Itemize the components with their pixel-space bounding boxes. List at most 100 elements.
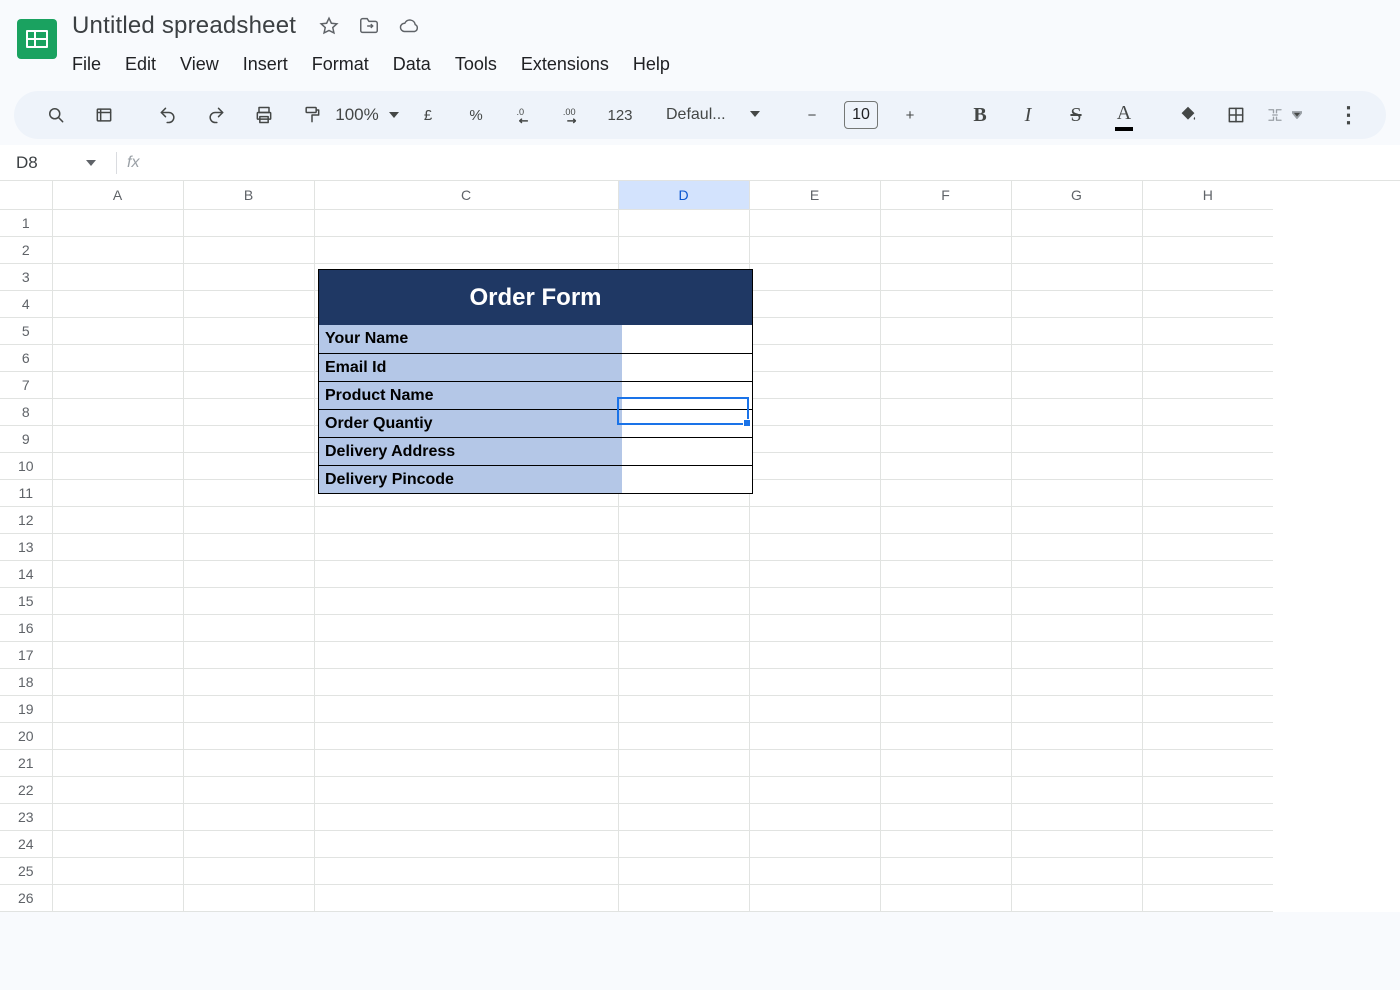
column-header-D[interactable]: D (618, 181, 749, 209)
cell-B6[interactable] (183, 344, 314, 371)
cell-F17[interactable] (880, 641, 1011, 668)
merge-cells-button[interactable] (1266, 97, 1302, 133)
cell-H18[interactable] (1142, 668, 1273, 695)
cell-H21[interactable] (1142, 749, 1273, 776)
cell-C21[interactable] (314, 749, 618, 776)
cell-G22[interactable] (1011, 776, 1142, 803)
cell-E15[interactable] (749, 587, 880, 614)
cell-B3[interactable] (183, 263, 314, 290)
row-header-13[interactable]: 13 (0, 533, 52, 560)
cell-D1[interactable] (618, 209, 749, 236)
cell-G10[interactable] (1011, 452, 1142, 479)
cell-B7[interactable] (183, 371, 314, 398)
cell-F7[interactable] (880, 371, 1011, 398)
cell-C12[interactable] (314, 506, 618, 533)
cell-B16[interactable] (183, 614, 314, 641)
cell-F8[interactable] (880, 398, 1011, 425)
menu-view[interactable]: View (168, 48, 231, 81)
font-size-increase-button[interactable]: + (892, 97, 928, 133)
cell-G26[interactable] (1011, 884, 1142, 911)
toolbar-overflow-button[interactable]: ⋮ (1330, 97, 1366, 133)
cell-E24[interactable] (749, 830, 880, 857)
cell-C1[interactable] (314, 209, 618, 236)
cell-A11[interactable] (52, 479, 183, 506)
cell-G24[interactable] (1011, 830, 1142, 857)
cell-F2[interactable] (880, 236, 1011, 263)
cell-F24[interactable] (880, 830, 1011, 857)
cell-H1[interactable] (1142, 209, 1273, 236)
row-header-7[interactable]: 7 (0, 371, 52, 398)
column-header-F[interactable]: F (880, 181, 1011, 209)
order-form-label[interactable]: Order Quantiy (319, 410, 622, 437)
cell-B24[interactable] (183, 830, 314, 857)
cell-C2[interactable] (314, 236, 618, 263)
cell-D13[interactable] (618, 533, 749, 560)
column-header-A[interactable]: A (52, 181, 183, 209)
order-form-value[interactable] (622, 438, 752, 465)
column-header-C[interactable]: C (314, 181, 618, 209)
cell-A2[interactable] (52, 236, 183, 263)
menu-file[interactable]: File (68, 48, 113, 81)
cell-D20[interactable] (618, 722, 749, 749)
cell-E7[interactable] (749, 371, 880, 398)
cell-E11[interactable] (749, 479, 880, 506)
row-header-17[interactable]: 17 (0, 641, 52, 668)
cell-G21[interactable] (1011, 749, 1142, 776)
column-header-G[interactable]: G (1011, 181, 1142, 209)
order-form-value[interactable] (622, 410, 752, 437)
cell-A3[interactable] (52, 263, 183, 290)
row-header-23[interactable]: 23 (0, 803, 52, 830)
paint-format-icon[interactable] (294, 97, 330, 133)
row-header-12[interactable]: 12 (0, 506, 52, 533)
cell-H19[interactable] (1142, 695, 1273, 722)
row-header-20[interactable]: 20 (0, 722, 52, 749)
row-header-14[interactable]: 14 (0, 560, 52, 587)
cell-H14[interactable] (1142, 560, 1273, 587)
cell-F16[interactable] (880, 614, 1011, 641)
cell-A5[interactable] (52, 317, 183, 344)
cell-G4[interactable] (1011, 290, 1142, 317)
cell-F3[interactable] (880, 263, 1011, 290)
cell-F12[interactable] (880, 506, 1011, 533)
cell-H8[interactable] (1142, 398, 1273, 425)
cell-C24[interactable] (314, 830, 618, 857)
star-icon[interactable] (318, 15, 340, 37)
cell-G8[interactable] (1011, 398, 1142, 425)
font-size-input[interactable]: 10 (844, 101, 878, 129)
row-header-9[interactable]: 9 (0, 425, 52, 452)
cell-E4[interactable] (749, 290, 880, 317)
cell-B2[interactable] (183, 236, 314, 263)
cell-A14[interactable] (52, 560, 183, 587)
cell-G5[interactable] (1011, 317, 1142, 344)
cell-F22[interactable] (880, 776, 1011, 803)
cell-C15[interactable] (314, 587, 618, 614)
cell-B26[interactable] (183, 884, 314, 911)
doc-title[interactable]: Untitled spreadsheet (68, 10, 300, 42)
cell-D2[interactable] (618, 236, 749, 263)
redo-icon[interactable] (198, 97, 234, 133)
cell-G12[interactable] (1011, 506, 1142, 533)
cell-E3[interactable] (749, 263, 880, 290)
cell-F6[interactable] (880, 344, 1011, 371)
cell-H25[interactable] (1142, 857, 1273, 884)
row-header-19[interactable]: 19 (0, 695, 52, 722)
cell-D23[interactable] (618, 803, 749, 830)
cell-G7[interactable] (1011, 371, 1142, 398)
cell-H7[interactable] (1142, 371, 1273, 398)
more-formats-button[interactable]: 123 (602, 97, 638, 133)
cell-B23[interactable] (183, 803, 314, 830)
cell-B25[interactable] (183, 857, 314, 884)
cell-D24[interactable] (618, 830, 749, 857)
cell-E5[interactable] (749, 317, 880, 344)
column-header-B[interactable]: B (183, 181, 314, 209)
cell-E9[interactable] (749, 425, 880, 452)
cell-D21[interactable] (618, 749, 749, 776)
order-form-label[interactable]: Product Name (319, 382, 622, 409)
menu-extensions[interactable]: Extensions (509, 48, 621, 81)
row-header-18[interactable]: 18 (0, 668, 52, 695)
order-form-value[interactable] (622, 325, 752, 353)
currency-button[interactable]: £ (410, 97, 446, 133)
cell-C25[interactable] (314, 857, 618, 884)
cell-C22[interactable] (314, 776, 618, 803)
cell-A8[interactable] (52, 398, 183, 425)
